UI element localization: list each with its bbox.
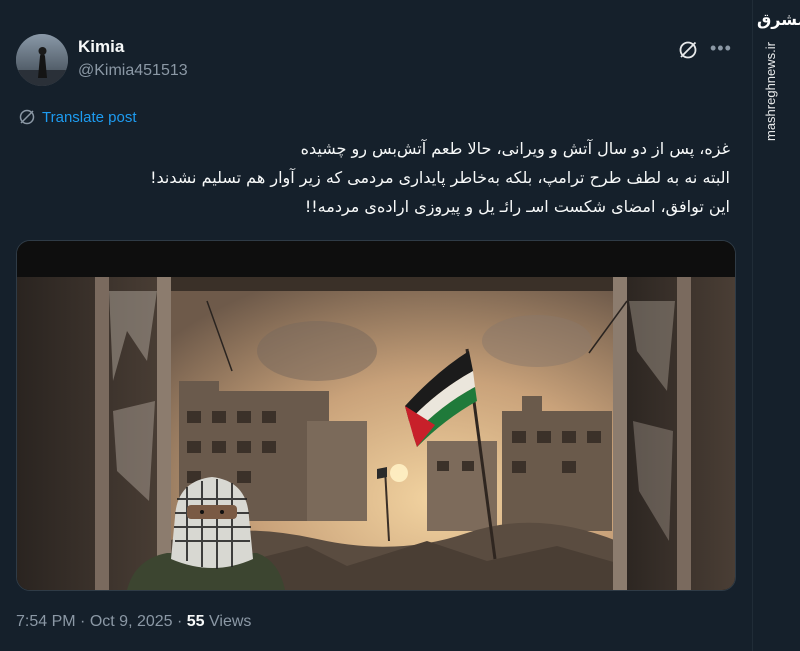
globe-icon [19,109,35,125]
war-scene-image [17,241,735,590]
avatar-image [16,34,68,86]
tweet-meta: 7:54 PM · Oct 9, 2025 · 55 Views [16,613,251,631]
grok-icon[interactable] [676,38,700,62]
tweet-card: Kimia @Kimia451513 ••• Translate post غز… [0,0,752,651]
watermark-url: mashreghnews.ir [763,42,778,141]
meta-separator: · [80,613,86,630]
tweet-line: البته نه به لطف طرح ترامپ، بلکه به‌خاطر … [150,168,730,187]
translate-label: Translate post [42,108,137,126]
more-icon[interactable]: ••• [710,36,736,60]
tweet-text: غزه، پس از دو سال آتش و ویرانی، حالا طعم… [18,134,730,221]
views-label: Views [209,613,252,630]
tweet-date[interactable]: Oct 9, 2025 [90,613,173,630]
author-name[interactable]: Kimia [78,37,124,57]
avatar[interactable] [16,34,68,86]
meta-separator: · [177,613,183,630]
tweet-image[interactable] [16,240,736,591]
translate-post-link[interactable]: Translate post [18,108,137,126]
watermark-logo: مشرق [757,10,800,29]
watermark-strip: مشرق mashreghnews.ir [752,0,800,651]
tweet-line: این توافق، امضای شکست اسـ رائـ یل و پیرو… [304,197,730,216]
views-count: 55 [186,613,205,630]
author-handle[interactable]: @Kimia451513 [78,62,188,80]
tweet-line: غزه، پس از دو سال آتش و ویرانی، حالا طعم… [300,139,730,158]
tweet-time[interactable]: 7:54 PM [16,613,76,630]
